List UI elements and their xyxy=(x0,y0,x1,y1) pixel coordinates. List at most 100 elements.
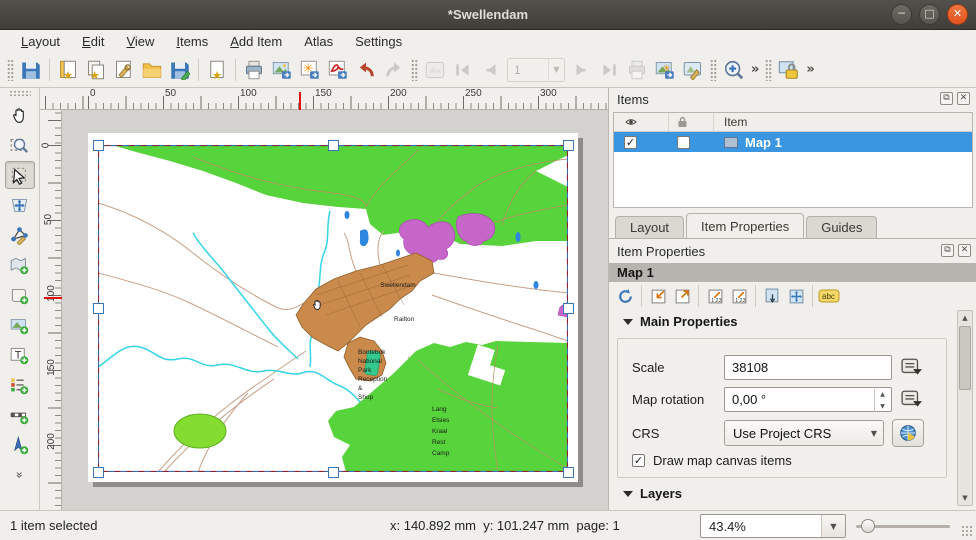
selection-handle-sw[interactable] xyxy=(93,467,104,478)
export-atlas-button[interactable]: ✳ xyxy=(651,56,679,84)
toolbox-overflow-button[interactable]: » xyxy=(5,461,35,489)
map1-lock-checkbox[interactable] xyxy=(677,136,690,149)
tab-guides[interactable]: Guides xyxy=(806,216,877,238)
view-scale-in-canvas-button[interactable]: 1:23 xyxy=(727,285,751,307)
edit-nodes-tool-button[interactable] xyxy=(5,221,35,249)
labeling-settings-button[interactable]: abc xyxy=(817,285,841,307)
menu-settings[interactable]: Settings xyxy=(344,32,413,51)
lock-items-button[interactable] xyxy=(775,56,803,84)
toolbar-drag-handle[interactable] xyxy=(765,59,772,81)
add-pages-button[interactable]: ★ xyxy=(203,56,231,84)
selection-handle-se[interactable] xyxy=(563,467,574,478)
export-svg-button[interactable]: ✳ xyxy=(296,56,324,84)
view-extent-in-canvas-button[interactable] xyxy=(670,285,694,307)
scroll-down-arrow[interactable]: ▼ xyxy=(958,491,972,505)
last-feature-button[interactable] xyxy=(595,56,623,84)
item-properties-close-button[interactable]: ✕ xyxy=(958,244,971,257)
add-scalebar-tool-button[interactable] xyxy=(5,401,35,429)
selection-handle-nw[interactable] xyxy=(93,140,104,151)
maximize-button[interactable]: □ xyxy=(919,4,940,25)
set-scale-to-canvas-button[interactable]: 1:23 xyxy=(703,285,727,307)
zoom-slider[interactable] xyxy=(856,525,950,528)
menu-layout[interactable]: Layout xyxy=(10,32,71,51)
add-label-tool-button[interactable]: T xyxy=(5,341,35,369)
close-button[interactable]: ✕ xyxy=(947,4,968,25)
selection-handle-s[interactable] xyxy=(328,467,339,478)
preview-atlas-button[interactable] xyxy=(421,56,449,84)
layout-manager-button[interactable] xyxy=(110,56,138,84)
next-feature-button[interactable] xyxy=(567,56,595,84)
zoom-tool-button[interactable] xyxy=(5,131,35,159)
items-panel-close-button[interactable]: ✕ xyxy=(957,92,970,105)
add-map-tool-button[interactable] xyxy=(5,251,35,279)
zoom-in-button[interactable] xyxy=(720,56,748,84)
minimize-button[interactable]: ─ xyxy=(891,4,912,25)
print-button[interactable] xyxy=(240,56,268,84)
toolbox-drag-handle[interactable] xyxy=(9,90,31,97)
selection-handle-w[interactable] xyxy=(93,303,104,314)
export-image-button[interactable] xyxy=(268,56,296,84)
menu-view[interactable]: View xyxy=(115,32,165,51)
save-project-button[interactable] xyxy=(17,56,45,84)
scale-input[interactable]: 38108 xyxy=(724,355,892,380)
duplicate-layout-button[interactable]: ★ xyxy=(82,56,110,84)
properties-scrollbar[interactable]: ▲ ▼ xyxy=(957,310,973,506)
select-move-item-tool-button[interactable] xyxy=(5,161,35,189)
first-feature-button[interactable] xyxy=(449,56,477,84)
item-properties-float-button[interactable]: ⧉ xyxy=(941,244,954,257)
toolbar-drag-handle[interactable] xyxy=(411,59,418,81)
title-bar[interactable]: *Swellendam ─ □ ✕ xyxy=(0,0,976,30)
menu-atlas[interactable]: Atlas xyxy=(293,32,344,51)
map1-visibility-checkbox[interactable]: ✓ xyxy=(624,136,637,149)
zoom-slider-handle[interactable] xyxy=(861,519,875,533)
main-properties-section[interactable]: Main Properties xyxy=(609,310,976,333)
add-north-arrow-tool-button[interactable] xyxy=(5,431,35,459)
layout-page[interactable]: Swellendam Railton Bontebok National Par… xyxy=(88,133,578,482)
zoom-level-combobox[interactable]: 43.4% ▼ xyxy=(700,514,846,538)
move-item-content-tool-button[interactable] xyxy=(5,191,35,219)
atlas-page-combobox[interactable]: 1 ▼ xyxy=(507,58,565,82)
window-resize-grip[interactable] xyxy=(961,525,973,537)
selection-handle-n[interactable] xyxy=(328,140,339,151)
save-as-button[interactable] xyxy=(166,56,194,84)
scale-data-defined-button[interactable] xyxy=(898,356,925,380)
layers-section[interactable]: Layers xyxy=(609,482,682,505)
map-item[interactable]: Swellendam Railton Bontebok National Par… xyxy=(98,145,568,472)
open-button[interactable] xyxy=(138,56,166,84)
rotation-spin-down[interactable]: ▼ xyxy=(875,401,890,413)
items-row-map1[interactable]: ✓ Map 1 xyxy=(614,132,972,152)
new-layout-button[interactable]: ★ xyxy=(54,56,82,84)
tab-layout[interactable]: Layout xyxy=(615,216,684,238)
print-atlas-button[interactable] xyxy=(623,56,651,84)
draw-map-canvas-items-checkbox[interactable]: ✓ xyxy=(632,454,645,467)
redo-button[interactable] xyxy=(380,56,408,84)
map-rotation-spinbox[interactable]: 0,00 ° ▲ ▼ xyxy=(724,387,892,412)
interactively-edit-extent-button[interactable] xyxy=(760,285,784,307)
toolbar-drag-handle[interactable] xyxy=(710,59,717,81)
atlas-settings-button[interactable] xyxy=(679,56,707,84)
selection-handle-e[interactable] xyxy=(563,303,574,314)
items-panel-float-button[interactable]: ⧉ xyxy=(940,92,953,105)
add-legend-tool-button[interactable] xyxy=(5,371,35,399)
rotation-spin-up[interactable]: ▲ xyxy=(875,389,890,401)
tab-item-properties[interactable]: Item Properties xyxy=(686,213,804,238)
selection-handle-ne[interactable] xyxy=(563,140,574,151)
crs-dropdown[interactable]: Use Project CRS ▼ xyxy=(724,420,884,446)
export-pdf-button[interactable] xyxy=(324,56,352,84)
select-crs-button[interactable] xyxy=(892,419,924,447)
rotation-data-defined-button[interactable] xyxy=(898,388,925,412)
menu-edit[interactable]: Edit xyxy=(71,32,115,51)
scrollbar-thumb[interactable] xyxy=(959,326,971,390)
pan-tool-button[interactable] xyxy=(5,101,35,129)
undo-button[interactable] xyxy=(352,56,380,84)
add-3d-map-tool-button[interactable] xyxy=(5,281,35,309)
scroll-up-arrow[interactable]: ▲ xyxy=(958,311,972,325)
lock-toolbar-overflow[interactable]: » xyxy=(803,62,817,77)
set-extent-to-canvas-button[interactable] xyxy=(646,285,670,307)
add-picture-tool-button[interactable] xyxy=(5,311,35,339)
menu-add-item[interactable]: Add Item xyxy=(219,32,293,51)
refresh-map-button[interactable] xyxy=(613,285,637,307)
layout-canvas[interactable]: Swellendam Railton Bontebok National Par… xyxy=(40,88,608,510)
previous-feature-button[interactable] xyxy=(477,56,505,84)
zoom-toolbar-overflow[interactable]: » xyxy=(748,62,762,77)
